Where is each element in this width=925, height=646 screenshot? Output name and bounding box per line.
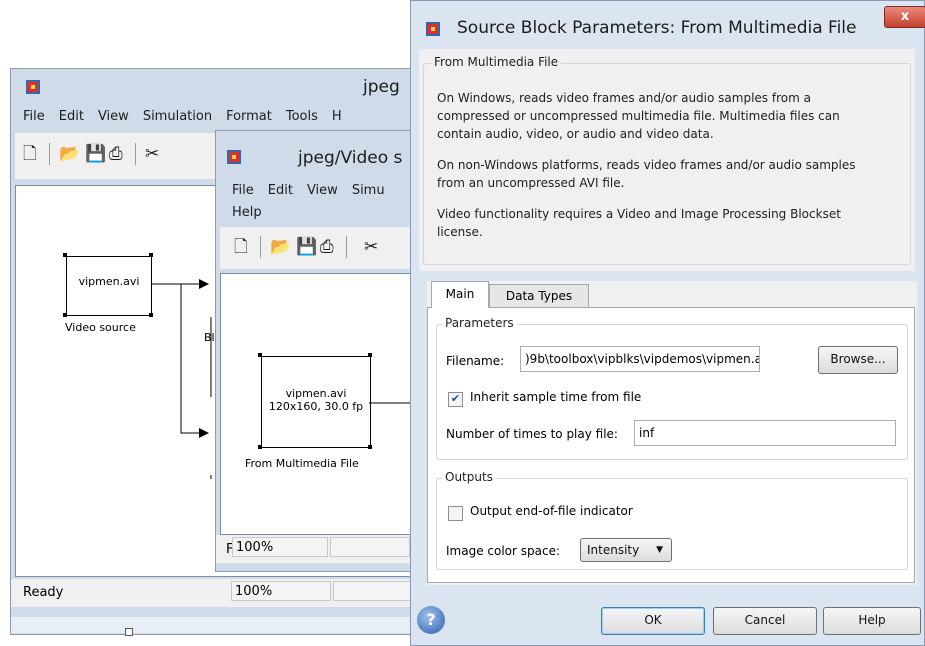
print-icon[interactable]: ⎙ — [320, 236, 334, 258]
close-button[interactable]: x — [884, 6, 925, 28]
open-folder-icon[interactable]: 📂 — [59, 143, 80, 165]
window-title: jpeg/Video s — [298, 148, 403, 168]
print-icon[interactable]: ⎙ — [109, 143, 123, 165]
selection-handle[interactable] — [63, 253, 67, 257]
menu-simulation[interactable]: Simulation — [143, 109, 212, 124]
block-text: vipmen.avi — [78, 275, 140, 288]
cancel-button[interactable]: Cancel — [713, 607, 817, 635]
open-folder-icon[interactable]: 📂 — [270, 236, 291, 258]
menu-view[interactable]: View — [98, 109, 129, 124]
times-to-play-input[interactable]: inf — [634, 420, 896, 446]
selection-handle[interactable] — [368, 445, 372, 449]
status-bar: Ready 100% — [11, 579, 451, 607]
menu-format[interactable]: Format — [226, 109, 272, 124]
description-paragraph: On non-Windows platforms, reads video fr… — [437, 158, 856, 190]
help-button[interactable]: Help — [823, 607, 921, 635]
ok-button[interactable]: OK — [601, 607, 705, 635]
help-question-icon[interactable]: ? — [417, 606, 445, 634]
times-to-play-label: Number of times to play file: — [446, 427, 618, 441]
subsystem-window: jpeg/Video s File Edit View Simu Help 🗋 📂 💾… — [215, 130, 418, 572]
toolbar-separator — [135, 143, 136, 165]
menu-help[interactable]: Help — [232, 205, 262, 220]
status-bar: F 100% — [216, 535, 416, 563]
menu-file[interactable]: File — [232, 183, 254, 198]
status-cell — [330, 537, 410, 557]
menu-edit[interactable]: Edit — [268, 183, 293, 198]
block-description: On Windows, reads video frames and/or au… — [437, 89, 877, 254]
tab-data-types[interactable]: Data Types — [489, 284, 589, 308]
menu-file[interactable]: File — [23, 109, 45, 124]
chevron-down-icon: ▼ — [656, 545, 663, 555]
description-paragraph: On Windows, reads video frames and/or au… — [437, 91, 840, 141]
browse-button[interactable]: Browse... — [818, 346, 898, 374]
menu-bar: File Edit View Simu — [232, 183, 399, 198]
description-paragraph: Video functionality requires a Video and… — [437, 207, 841, 239]
cut-icon[interactable]: ✂ — [364, 236, 378, 258]
selection-handle[interactable] — [258, 353, 262, 357]
resize-marker — [125, 628, 133, 636]
menu-edit[interactable]: Edit — [59, 109, 84, 124]
zoom-level: 100% — [231, 581, 331, 601]
dialog-title: Source Block Parameters: From Multimedia… — [457, 18, 857, 38]
block-parameters-dialog: Source Block Parameters: From Multimedia… — [410, 0, 925, 646]
group-title: Parameters — [442, 316, 517, 330]
filename-input[interactable]: )9b\toolbox\vipblks\vipdemos\vipmen.avi — [520, 346, 760, 372]
color-space-select[interactable]: Intensity ▼ — [580, 538, 672, 562]
save-icon[interactable]: 💾 — [296, 236, 317, 258]
menu-tools[interactable]: Tools — [286, 109, 318, 124]
description-panel: From Multimedia File On Windows, reads v… — [419, 49, 915, 271]
tabs-panel: Main Data Types Parameters Filename: )9b… — [427, 281, 917, 585]
inherit-sample-time-label: Inherit sample time from file — [470, 390, 642, 404]
menu-bar-row2: Help — [232, 205, 276, 220]
menu-view[interactable]: View — [307, 183, 338, 198]
simulink-app-icon — [226, 149, 242, 165]
tab-content: Parameters Filename: )9b\toolbox\vipblks… — [427, 307, 915, 583]
signal-line — [369, 402, 416, 404]
window-title: jpeg — [363, 77, 400, 97]
filename-label: Filename: — [446, 354, 505, 368]
menu-simulation[interactable]: Simu — [352, 183, 385, 198]
inherit-sample-time-checkbox[interactable]: ✔ — [448, 392, 463, 407]
menu-bar: File Edit View Simulation Format Tools H — [23, 109, 356, 124]
simulink-app-icon — [425, 21, 441, 37]
group-title: From Multimedia File — [431, 55, 562, 69]
simulink-app-icon — [25, 79, 41, 95]
block-text-line1: vipmen.avi — [285, 387, 347, 400]
end-of-file-label: Output end-of-file indicator — [470, 504, 633, 518]
zoom-level: 100% — [232, 537, 328, 557]
from-multimedia-file-block[interactable]: vipmen.avi 120x160, 30.0 fp — [261, 356, 371, 448]
block-label: Video source — [65, 321, 136, 334]
selection-handle[interactable] — [63, 313, 67, 317]
video-source-block[interactable]: vipmen.avi — [66, 256, 152, 316]
tab-main[interactable]: Main — [431, 281, 489, 308]
color-space-value: Intensity — [587, 543, 640, 557]
save-icon[interactable]: 💾 — [85, 143, 106, 165]
toolbar: 🗋 📂 💾 ⎙ ✂ — [220, 227, 416, 269]
new-icon[interactable]: 🗋 — [234, 236, 248, 258]
toolbar-separator — [49, 143, 50, 165]
toolbar-separator — [346, 236, 347, 258]
block-label: From Multimedia File — [245, 457, 359, 470]
color-space-label: Image color space: — [446, 544, 561, 558]
cut-icon[interactable]: ✂ — [145, 143, 159, 165]
end-of-file-checkbox[interactable] — [448, 506, 463, 521]
menu-help[interactable]: H — [332, 109, 342, 124]
status-text: Ready — [23, 585, 64, 600]
window-bottom — [11, 617, 451, 633]
new-icon[interactable]: 🗋 — [23, 143, 37, 165]
selection-handle[interactable] — [258, 445, 262, 449]
selection-handle[interactable] — [368, 353, 372, 357]
group-title: Outputs — [442, 470, 496, 484]
block-text-line2: 120x160, 30.0 fp — [268, 400, 364, 413]
toolbar-separator — [260, 236, 261, 258]
close-icon: x — [900, 9, 910, 24]
